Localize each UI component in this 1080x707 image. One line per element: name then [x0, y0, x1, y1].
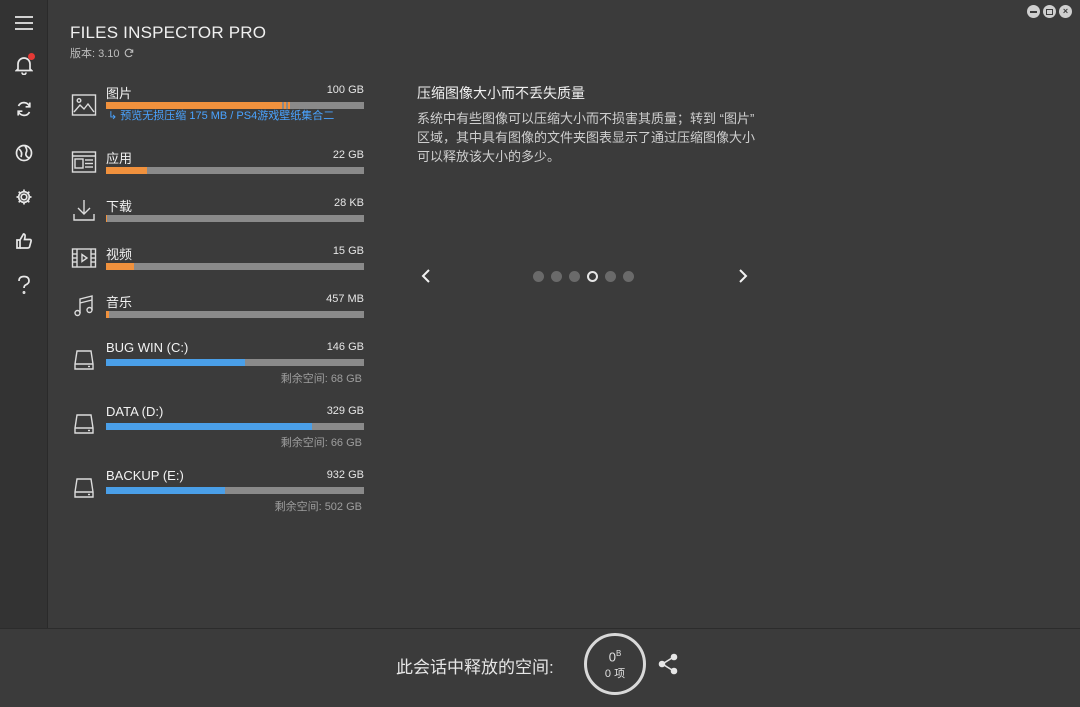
category-label: 视频: [106, 247, 133, 262]
maximize-button[interactable]: [1043, 5, 1056, 18]
drive-size: 329 GB: [326, 405, 364, 417]
compress-preview-text: 预览无损压缩 175 MB / PS4游戏壁纸集合二: [120, 110, 335, 122]
carousel-dot[interactable]: [605, 271, 616, 282]
sidebar: [0, 0, 48, 628]
check-update-icon[interactable]: [124, 48, 134, 58]
chevron-right-icon: [739, 269, 748, 283]
category-label: 应用: [106, 151, 133, 166]
app-title: FILES INSPECTOR PRO: [70, 23, 267, 42]
category-size: 15 GB: [332, 245, 364, 257]
category-row-apps[interactable]: 应用 22 GB: [70, 148, 364, 178]
category-size: 28 KB: [334, 197, 364, 209]
freed-space-gauge: 0B 0 项: [584, 633, 646, 695]
freed-bytes: 0B: [609, 647, 622, 664]
tip-title: 压缩图像大小而不丢失质量: [417, 85, 585, 101]
drive-usage-bar: [106, 423, 364, 430]
category-size: 457 MB: [326, 293, 364, 305]
drive-icon: [70, 410, 98, 438]
category-size: 100 GB: [326, 84, 364, 96]
film-icon: [70, 244, 98, 272]
image-icon: [70, 91, 98, 119]
drive-icon: [70, 474, 98, 502]
chevron-left-icon: [421, 269, 430, 283]
category-usage-fill: [106, 311, 109, 318]
download-icon: [70, 196, 98, 224]
compress-preview-link[interactable]: ↳ 预览无损压缩 175 MB / PS4游戏壁纸集合二: [108, 107, 334, 123]
footer: 此会话中释放的空间: 0B 0 项: [0, 628, 1080, 707]
drive-usage-bar: [106, 487, 364, 494]
drive-label: BUG WIN (C:): [106, 340, 189, 355]
help-button[interactable]: [6, 270, 42, 300]
category-usage-bar: [106, 167, 364, 174]
category-row-videos[interactable]: 视频 15 GB: [70, 244, 364, 274]
web-button[interactable]: [6, 138, 42, 168]
notification-badge: [28, 53, 35, 60]
globe-icon: [15, 144, 33, 162]
category-label: 下载: [106, 199, 133, 214]
freed-items: 0 项: [604, 667, 626, 680]
category-row-downloads[interactable]: 下载 28 KB: [70, 196, 364, 226]
category-usage-fill: [106, 167, 148, 174]
version-info: 版本: 3.10: [70, 45, 134, 61]
drive-size: 146 GB: [326, 341, 364, 353]
carousel-dot[interactable]: [533, 271, 544, 282]
drive-row-e[interactable]: BACKUP (E:) 932 GB 剩余空间: 502 GB: [70, 468, 364, 514]
carousel-dots: [533, 271, 634, 282]
notifications-button[interactable]: [6, 50, 42, 80]
close-button[interactable]: ×: [1059, 5, 1072, 18]
category-row-images[interactable]: 图片 100 GB ↳ 预览无损压缩 175 MB / PS4游戏壁纸集合二: [70, 83, 364, 131]
version-label: 版本: 3.10: [70, 48, 120, 60]
carousel-next-button[interactable]: [733, 266, 753, 286]
drive-icon: [70, 346, 98, 374]
gear-icon: [16, 189, 32, 205]
category-usage-bar: [106, 263, 364, 270]
freed-space-label: 此会话中释放的空间:: [396, 658, 554, 677]
category-usage-bar: [106, 215, 364, 222]
drive-usage-fill: [106, 487, 225, 494]
drive-row-c[interactable]: BUG WIN (C:) 146 GB 剩余空间: 68 GB: [70, 340, 364, 386]
arrow-corner-icon: ↳: [108, 110, 121, 122]
drive-usage-bar: [106, 359, 364, 366]
category-label: 音乐: [106, 295, 133, 310]
apps-icon: [70, 148, 98, 176]
window-controls: ×: [1027, 5, 1072, 18]
thumbs-up-icon: [16, 233, 32, 249]
carousel-dot[interactable]: [587, 271, 598, 282]
question-icon: [18, 275, 30, 294]
refresh-button[interactable]: [6, 94, 42, 124]
category-size: 22 GB: [332, 149, 364, 161]
music-icon: [70, 292, 98, 320]
like-button[interactable]: [6, 226, 42, 256]
minimize-button[interactable]: [1027, 5, 1040, 18]
drive-size: 932 GB: [326, 469, 364, 481]
refresh-icon: [17, 101, 31, 117]
category-row-music[interactable]: 音乐 457 MB: [70, 292, 364, 322]
menu-button[interactable]: [6, 8, 42, 38]
drive-free-space: 剩余空间: 68 GB: [280, 373, 362, 385]
hamburger-menu-icon: [15, 16, 33, 30]
drive-free-space: 剩余空间: 502 GB: [274, 501, 362, 513]
category-usage-fill: [106, 215, 108, 222]
drive-label: DATA (D:): [106, 404, 164, 419]
tip-body: 系统中有些图像可以压缩大小而不损害其质量；转到 “图片” 区域，其中具有图像的文…: [417, 111, 756, 164]
drive-free-space: 剩余空间: 66 GB: [280, 437, 362, 449]
freed-bytes-unit: B: [615, 649, 622, 659]
share-icon[interactable]: [657, 653, 679, 675]
carousel-dot[interactable]: [569, 271, 580, 282]
drive-label: BACKUP (E:): [106, 468, 184, 483]
settings-button[interactable]: [6, 182, 42, 212]
category-usage-fill: [106, 263, 135, 270]
freed-bytes-value: 0: [608, 649, 616, 665]
category-label: 图片: [106, 86, 133, 101]
carousel-prev-button[interactable]: [416, 266, 436, 286]
carousel-dot[interactable]: [551, 271, 562, 282]
carousel-dot[interactable]: [623, 271, 634, 282]
drive-usage-fill: [106, 359, 246, 366]
drive-usage-fill: [106, 423, 313, 430]
drive-row-d[interactable]: DATA (D:) 329 GB 剩余空间: 66 GB: [70, 404, 364, 450]
category-usage-bar: [106, 311, 364, 318]
